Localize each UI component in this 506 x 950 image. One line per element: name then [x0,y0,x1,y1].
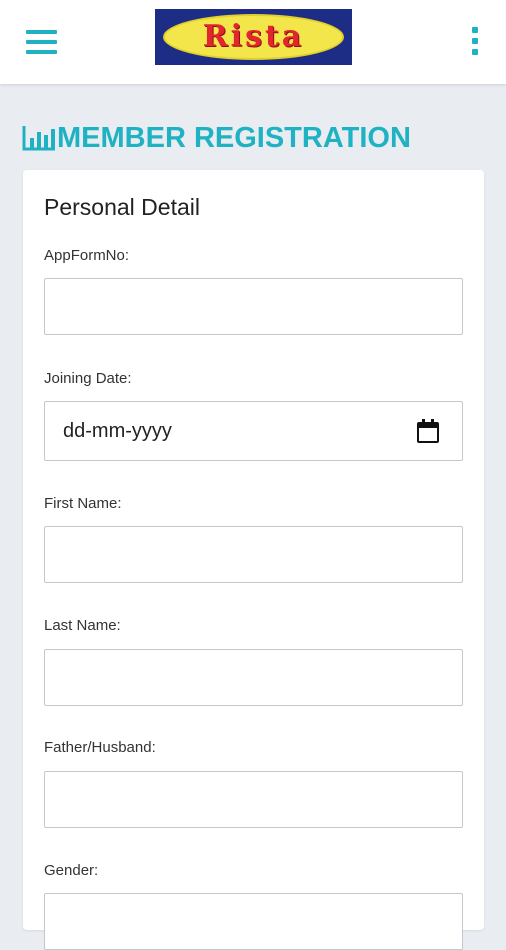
father-husband-label: Father/Husband: [44,739,156,756]
kebab-dot [472,38,478,44]
joining-date-label: Joining Date: [44,370,132,387]
page-title: MEMBER REGISTRATION [22,118,411,158]
joining-date-value: dd-mm-yyyy [63,419,172,442]
kebab-menu-icon[interactable] [470,27,480,57]
hamburger-line [26,30,57,34]
hamburger-menu-icon[interactable] [26,28,58,56]
top-app-bar: Rista [0,0,506,84]
bar-chart-icon [22,126,55,151]
last-name-input[interactable] [44,649,463,706]
section-title: Personal Detail [44,194,200,220]
kebab-dot [472,49,478,55]
kebab-dot [472,27,478,33]
calendar-icon[interactable] [416,418,440,444]
gender-select[interactable] [44,893,463,950]
app-logo[interactable]: Rista [155,9,352,65]
last-name-label: Last Name: [44,617,121,634]
hamburger-line [26,40,57,44]
logo-text: Rista [202,19,305,54]
first-name-label: First Name: [44,495,122,512]
page-title-text: MEMBER REGISTRATION [57,121,411,154]
father-husband-input[interactable] [44,771,463,828]
joining-date-input[interactable]: dd-mm-yyyy [44,401,463,461]
registration-form-card: Personal Detail AppFormNo: Joining Date:… [23,170,484,950]
gender-label: Gender: [44,862,99,879]
first-name-input[interactable] [44,526,463,583]
appformno-label: AppFormNo: [44,247,130,264]
hamburger-line [26,50,57,54]
appformno-input[interactable] [44,278,463,335]
